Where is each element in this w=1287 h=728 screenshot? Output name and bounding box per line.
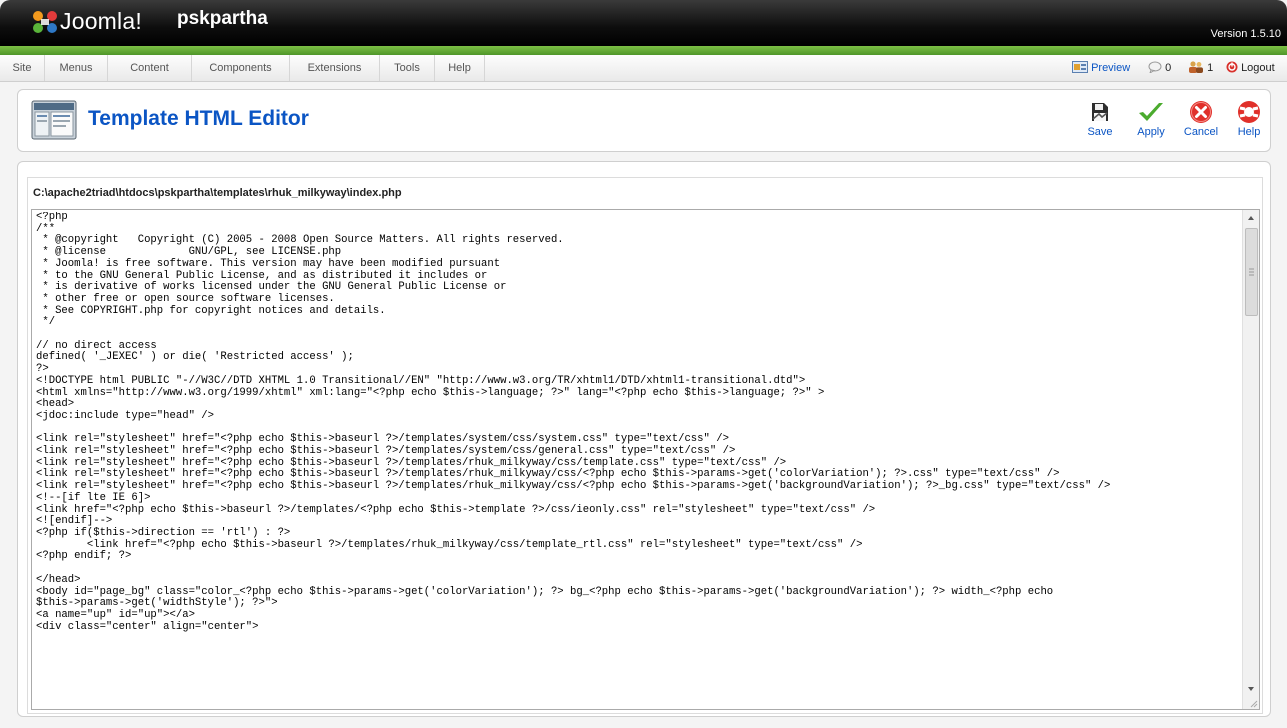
admin-menubar: Site Menus Content Components Extensions… bbox=[0, 55, 1287, 82]
save-button[interactable]: Save bbox=[1078, 94, 1122, 148]
users-online-indicator: 1 bbox=[1188, 55, 1213, 81]
menu-content[interactable]: Content bbox=[108, 55, 192, 81]
menu-help[interactable]: Help bbox=[435, 55, 485, 81]
version-label: Version 1.5.10 bbox=[1210, 28, 1281, 40]
scroll-down-arrow-icon[interactable] bbox=[1243, 681, 1259, 697]
header-accent-bar bbox=[0, 46, 1287, 55]
messages-count: 0 bbox=[1165, 62, 1172, 74]
logout-link[interactable]: Logout bbox=[1226, 55, 1275, 81]
save-icon bbox=[1092, 103, 1108, 121]
main-content: C:\apache2triad\htdocs\pskpartha\templat… bbox=[17, 161, 1271, 717]
code-editor[interactable]: <?php /** * @copyright Copyright (C) 200… bbox=[31, 209, 1260, 710]
users-icon bbox=[1189, 61, 1203, 74]
help-label: Help bbox=[1237, 126, 1261, 138]
joomla-logo-text: Joomla! bbox=[60, 8, 142, 34]
joomla-logo-icon bbox=[33, 11, 57, 33]
scrollbar-thumb[interactable] bbox=[1245, 228, 1258, 316]
help-button[interactable]: Help bbox=[1227, 94, 1271, 148]
menu-components[interactable]: Components bbox=[192, 55, 290, 81]
apply-checkmark-icon bbox=[1139, 103, 1163, 121]
page-title: Template HTML Editor bbox=[88, 107, 309, 130]
menu-menus[interactable]: Menus bbox=[45, 55, 108, 81]
preview-link[interactable]: Preview bbox=[1072, 55, 1130, 81]
help-lifebuoy-icon bbox=[1238, 101, 1260, 123]
resize-grip-icon[interactable] bbox=[1248, 698, 1258, 708]
status-area: Preview 0 1 Logout bbox=[1072, 55, 1282, 81]
message-bubble-icon bbox=[1148, 61, 1162, 74]
logout-label: Logout bbox=[1241, 62, 1275, 74]
cancel-button[interactable]: Cancel bbox=[1179, 94, 1223, 148]
template-code-textarea[interactable]: <?php /** * @copyright Copyright (C) 200… bbox=[36, 212, 1243, 707]
preview-label: Preview bbox=[1091, 62, 1131, 74]
cancel-label: Cancel bbox=[1183, 126, 1219, 138]
file-path: C:\apache2triad\htdocs\pskpartha\templat… bbox=[33, 187, 402, 199]
save-label: Save bbox=[1087, 126, 1113, 138]
apply-button[interactable]: Apply bbox=[1129, 94, 1173, 148]
scroll-up-arrow-icon[interactable] bbox=[1243, 210, 1259, 226]
editor-fieldset: C:\apache2triad\htdocs\pskpartha\templat… bbox=[27, 177, 1263, 714]
apply-label: Apply bbox=[1137, 126, 1165, 138]
menu-tools[interactable]: Tools bbox=[380, 55, 435, 81]
logout-icon bbox=[1226, 61, 1238, 73]
menu-extensions[interactable]: Extensions bbox=[290, 55, 380, 81]
vertical-scrollbar[interactable] bbox=[1242, 210, 1259, 709]
toolbar-box: Template HTML Editor Save Apply Cancel H… bbox=[17, 89, 1271, 152]
grip-lines-icon bbox=[1249, 268, 1254, 276]
users-online-count: 1 bbox=[1207, 62, 1214, 74]
menu-site[interactable]: Site bbox=[0, 55, 45, 81]
template-editor-icon bbox=[31, 100, 77, 140]
preview-icon bbox=[1072, 61, 1088, 74]
cancel-icon bbox=[1190, 101, 1212, 123]
header-bar: Joomla! pskpartha Version 1.5.10 bbox=[0, 0, 1287, 46]
messages-indicator[interactable]: 0 bbox=[1148, 55, 1171, 81]
site-name: pskpartha bbox=[177, 8, 268, 29]
